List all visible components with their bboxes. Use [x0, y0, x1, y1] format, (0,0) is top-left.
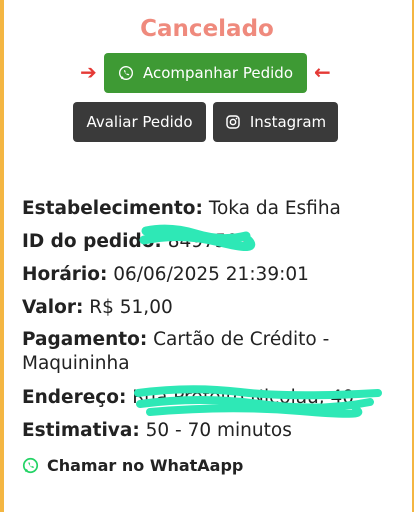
address-value: Rua Prefeito Nicolau, 40 — [132, 387, 355, 408]
instagram-label: Instagram — [249, 113, 327, 131]
order-details: Estabelecimento: Toka da Esfiha ID do pe… — [22, 192, 402, 447]
payment-row: Pagamento: Cartão de Crédito - Maquininh… — [22, 328, 402, 376]
establishment-label: Estabelecimento: — [22, 198, 203, 219]
order-status: Cancelado — [140, 16, 274, 42]
establishment-row: Estabelecimento: Toka da Esfiha — [22, 192, 402, 225]
whatsapp-icon — [22, 457, 39, 474]
track-order-label: Acompanhar Pedido — [142, 64, 293, 82]
instagram-button[interactable]: Instagram — [213, 102, 338, 142]
arrow-right-icon: ➔ — [80, 60, 97, 84]
payment-label: Pagamento: — [22, 329, 148, 350]
estimate-label: Estimativa: — [22, 420, 140, 441]
order-id-row: ID do pedido: 8497501 — [22, 225, 402, 258]
track-order-button[interactable]: Acompanhar Pedido — [104, 53, 307, 93]
instagram-icon — [225, 114, 241, 130]
rate-order-label: Avaliar Pedido — [86, 113, 193, 131]
left-border — [0, 0, 4, 512]
order-id-value: 8497501 — [167, 231, 251, 252]
estimate-value: 50 - 70 minutos — [145, 420, 292, 441]
whatsapp-link-label: Chamar no WhatAapp — [47, 456, 244, 475]
address-row: Endereço: Rua Prefeito Nicolau, 40 — [22, 381, 402, 414]
address-label: Endereço: — [22, 387, 127, 408]
time-row: Horário: 06/06/2025 21:39:01 — [22, 258, 402, 291]
value-row: Valor: R$ 51,00 — [22, 291, 402, 324]
estimate-row: Estimativa: 50 - 70 minutos — [22, 414, 402, 447]
value-value: R$ 51,00 — [89, 297, 173, 318]
time-label: Horário: — [22, 264, 108, 285]
arrow-left-icon: ← — [314, 60, 331, 84]
value-label: Valor: — [22, 297, 84, 318]
whatsapp-contact-link[interactable]: Chamar no WhatAapp — [22, 456, 243, 475]
rate-order-button[interactable]: Avaliar Pedido — [73, 102, 206, 142]
establishment-value: Toka da Esfiha — [208, 198, 341, 219]
time-value: 06/06/2025 21:39:01 — [113, 264, 309, 285]
whatsapp-icon — [118, 65, 134, 81]
order-id-label: ID do pedido: — [22, 231, 162, 252]
